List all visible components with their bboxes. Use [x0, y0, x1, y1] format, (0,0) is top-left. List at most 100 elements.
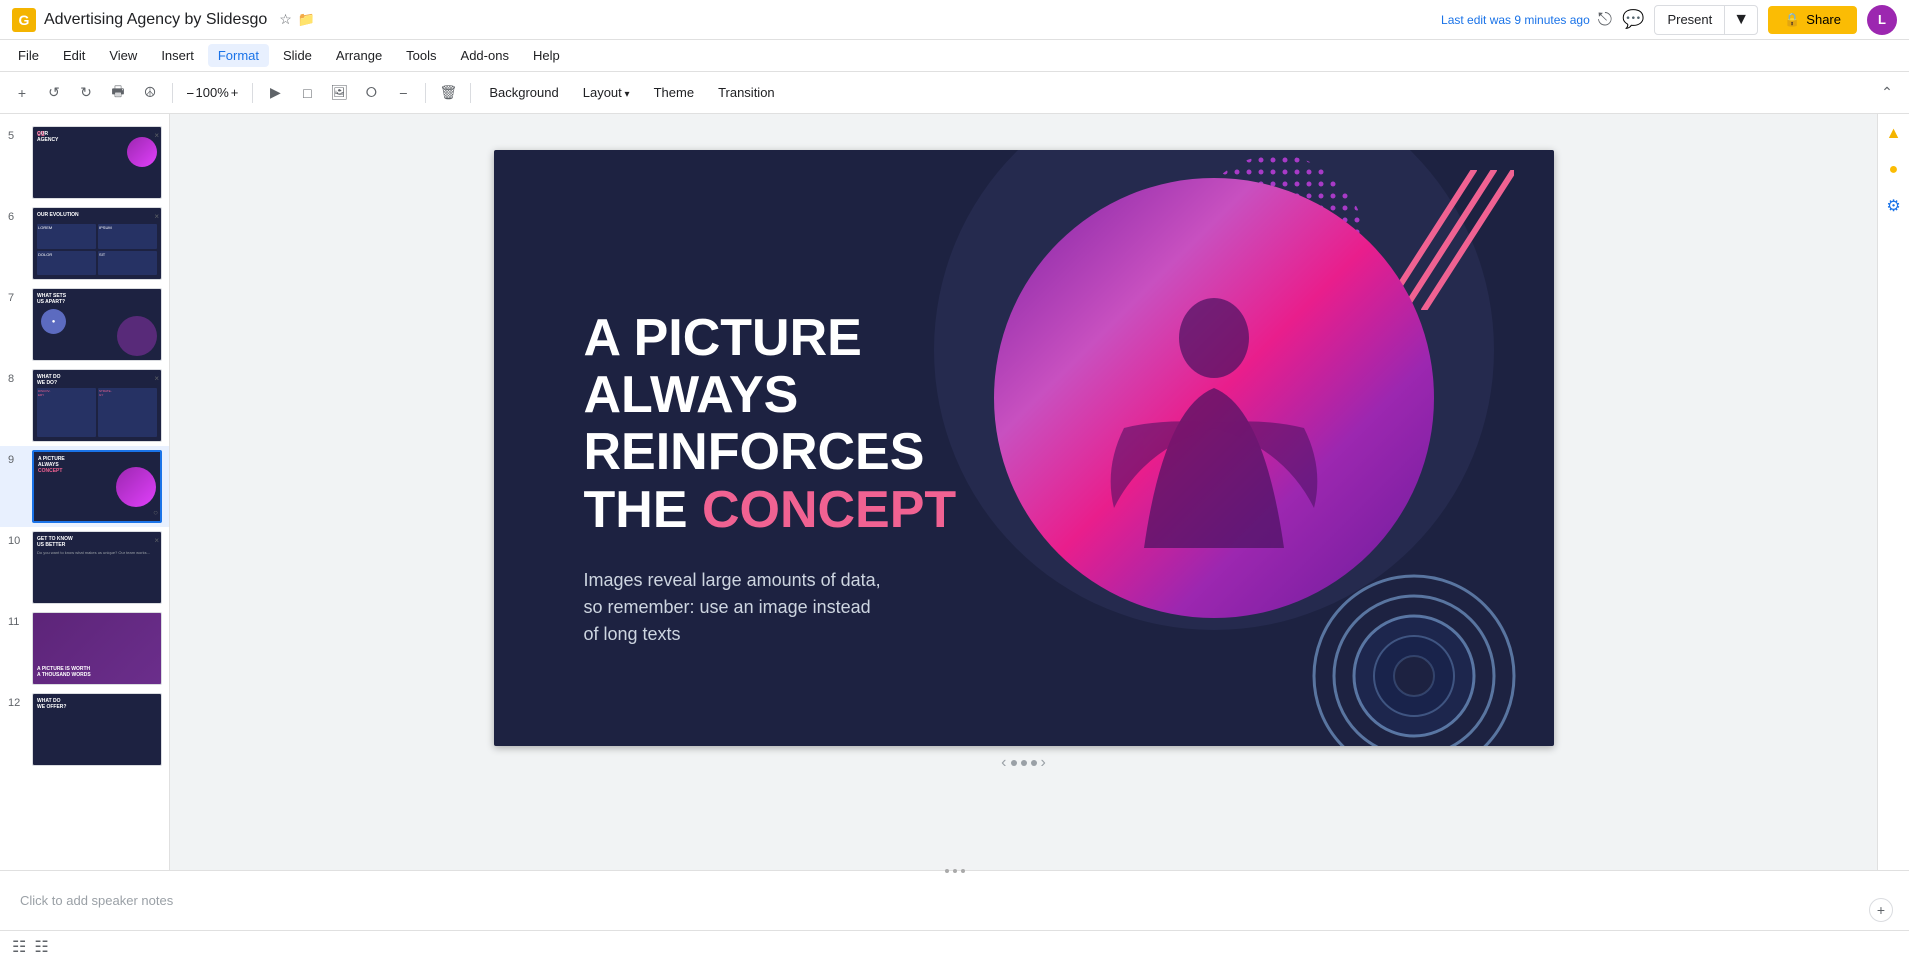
present-label[interactable]: Present [1655, 6, 1725, 34]
grid-view-icon[interactable]: ☷ [12, 937, 26, 957]
present-dropdown-arrow[interactable]: ▼ [1725, 6, 1757, 34]
bottom-view-icons: ☷ ☷ [12, 937, 49, 957]
zoom-control[interactable]: ⎯ 100% + [181, 83, 244, 103]
add-button[interactable]: + [8, 79, 36, 107]
main-content: 5 OURAGENCY 01 × 6 OUR EVOLUTION LOREM I… [0, 114, 1909, 870]
transition-button[interactable]: Transition [708, 81, 785, 104]
slide-item-9[interactable]: 9 A PICTUREALWAYSCONCEPT ○ [0, 446, 169, 527]
document-title: Advertising Agency by Slidesgo [44, 11, 267, 29]
image-tool[interactable]: 🖼 [325, 79, 353, 107]
nav-dot-3 [1031, 760, 1037, 766]
slide-item-8[interactable]: 8 WHAT DOWE DO? DISCOV-ERY STRATE-GY × [0, 365, 169, 446]
menu-addons[interactable]: Add-ons [451, 44, 519, 67]
headline-line4: THE CONCEPT [584, 482, 957, 539]
layout-button[interactable]: Layout [573, 81, 640, 104]
collapse-toolbar-button[interactable]: ⌃ [1873, 79, 1901, 107]
slide-item-5[interactable]: 5 OURAGENCY 01 × [0, 122, 169, 203]
zoom-level[interactable]: 100% [196, 85, 229, 100]
person-circle [994, 178, 1434, 618]
headline-line1: A PICTURE [584, 310, 957, 367]
main-slide[interactable]: A PICTURE ALWAYS REINFORCES THE CONCEPT … [494, 150, 1554, 746]
menu-bar: File Edit View Insert Format Slide Arran… [0, 40, 1909, 72]
separator-4 [470, 83, 471, 103]
slide-item-11[interactable]: 11 A PICTURE IS WORTHA THOUSAND WORDS [0, 608, 169, 689]
top-actions: ⎋ 💬 Present ▼ 🔒 Share L [1598, 5, 1897, 35]
speaker-notes: Click to add speaker notes + [0, 870, 1909, 930]
menu-slide[interactable]: Slide [273, 44, 322, 67]
zoom-minus[interactable]: ⎯ [187, 85, 194, 101]
top-bar: G Advertising Agency by Slidesgo ☆ 📁 Las… [0, 0, 1909, 40]
separator-3 [425, 83, 426, 103]
line-tool[interactable]: ⎯ [389, 79, 417, 107]
menu-tools[interactable]: Tools [396, 44, 446, 67]
slide-item-6[interactable]: 6 OUR EVOLUTION LOREM IPSUM DOLOR SIT × [0, 203, 169, 284]
zoom-out-button[interactable]: + [1869, 898, 1893, 922]
cursor-tool[interactable]: ▶ [261, 79, 289, 107]
menu-format[interactable]: Format [208, 44, 269, 67]
right-panel-icon-2[interactable]: ● [1882, 158, 1906, 182]
toolbar: + ↺ ↻ 🖶 ☮ ⎯ 100% + ▶ □ 🖼 ⭘ ⎯ 🗑 Backgroun… [0, 72, 1909, 114]
chat-icon[interactable]: 💬 [1622, 9, 1644, 30]
menu-edit[interactable]: Edit [53, 44, 95, 67]
menu-file[interactable]: File [8, 44, 49, 67]
comment-tool[interactable]: 🗑 [434, 79, 462, 107]
zoom-controls: + [1869, 898, 1893, 922]
app-icon: G [12, 8, 36, 32]
slide-thumb-6: OUR EVOLUTION LOREM IPSUM DOLOR SIT × [32, 207, 162, 280]
slide-thumb-8: WHAT DOWE DO? DISCOV-ERY STRATE-GY × [32, 369, 162, 442]
right-panel-icon-1[interactable]: ▲ [1882, 122, 1906, 146]
nav-dot-1 [1011, 760, 1017, 766]
right-panel: ▲ ● ⚙ [1877, 114, 1909, 870]
list-view-icon[interactable]: ☷ [34, 937, 48, 957]
slide-item-12[interactable]: 12 WHAT DOWE OFFER? [0, 689, 169, 770]
right-panel-icon-3[interactable]: ⚙ [1882, 194, 1906, 218]
folder-icon[interactable]: 📁 [298, 11, 315, 28]
slide-item-7[interactable]: 7 WHAT SETSUS APART? ● [0, 284, 169, 365]
slide-thumb-12: WHAT DOWE OFFER? [32, 693, 162, 766]
next-slide-btn[interactable]: › [1041, 754, 1046, 772]
slide-thumb-10: GET TO KNOWUS BETTER Do you want to know… [32, 531, 162, 604]
menu-help[interactable]: Help [523, 44, 570, 67]
slide-thumb-9: A PICTUREALWAYSCONCEPT ○ [32, 450, 162, 523]
separator-2 [252, 83, 253, 103]
print-button[interactable]: 🖶 [104, 79, 132, 107]
slide-thumb-7: WHAT SETSUS APART? ● [32, 288, 162, 361]
trending-icon[interactable]: ⎋ [1598, 9, 1612, 30]
paint-format-button[interactable]: ☮ [136, 79, 164, 107]
slide-thumb-5: OURAGENCY 01 × [32, 126, 162, 199]
shape-tool[interactable]: ⭘ [357, 79, 385, 107]
canvas-area: A PICTURE ALWAYS REINFORCES THE CONCEPT … [170, 114, 1877, 870]
menu-view[interactable]: View [99, 44, 147, 67]
slide-thumb-11: A PICTURE IS WORTHA THOUSAND WORDS [32, 612, 162, 685]
notes-resize-handle[interactable] [935, 865, 975, 877]
present-button-group: Present ▼ [1654, 5, 1758, 35]
lock-icon: 🔒 [1784, 12, 1800, 28]
speaker-notes-placeholder[interactable]: Click to add speaker notes [20, 893, 173, 908]
slide-nav-dots: ‹ › [1001, 754, 1046, 772]
undo-button[interactable]: ↺ [40, 79, 68, 107]
star-icon[interactable]: ☆ [279, 11, 292, 28]
nav-dot-2 [1021, 760, 1027, 766]
slide-text-area: A PICTURE ALWAYS REINFORCES THE CONCEPT … [584, 310, 957, 648]
share-button[interactable]: 🔒 Share [1768, 6, 1857, 34]
slide-panel: 5 OURAGENCY 01 × 6 OUR EVOLUTION LOREM I… [0, 114, 170, 870]
bottom-bar: ☷ ☷ [0, 930, 1909, 962]
avatar[interactable]: L [1867, 5, 1897, 35]
slide-headline: A PICTURE ALWAYS REINFORCES THE CONCEPT [584, 310, 957, 539]
background-button[interactable]: Background [479, 81, 568, 104]
slide-item-10[interactable]: 10 GET TO KNOWUS BETTER Do you want to k… [0, 527, 169, 608]
zoom-plus[interactable]: + [231, 85, 239, 100]
theme-button[interactable]: Theme [644, 81, 704, 104]
rings-decoration [1304, 566, 1524, 746]
redo-button[interactable]: ↻ [72, 79, 100, 107]
headline-line2: ALWAYS [584, 367, 957, 424]
headline-line4-plain: THE [584, 481, 702, 539]
last-edit-label[interactable]: Last edit was 9 minutes ago [1441, 13, 1590, 27]
separator-1 [172, 83, 173, 103]
headline-line4-highlight: CONCEPT [702, 481, 956, 539]
text-box-tool[interactable]: □ [293, 79, 321, 107]
menu-insert[interactable]: Insert [151, 44, 204, 67]
menu-arrange[interactable]: Arrange [326, 44, 392, 67]
headline-line3: REINFORCES [584, 424, 957, 481]
prev-slide-btn[interactable]: ‹ [1001, 754, 1006, 772]
